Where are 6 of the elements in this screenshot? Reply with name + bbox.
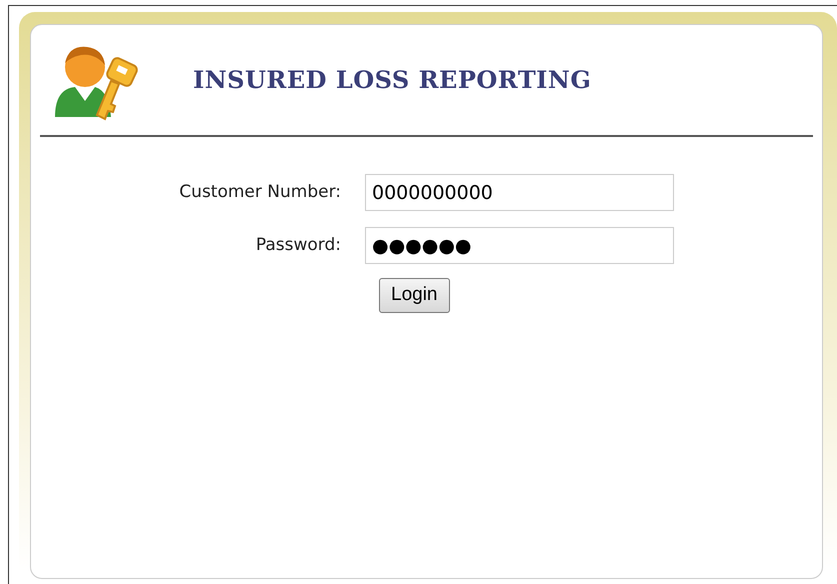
input-field[interactable]: ●●●●●● xyxy=(365,227,674,264)
page-title: INSURED LOSS REPORTING xyxy=(193,64,592,96)
input-field[interactable]: 0000000000 xyxy=(365,174,674,211)
field-label: Password: xyxy=(254,234,342,257)
login-button[interactable]: Login xyxy=(379,278,450,312)
field-label: Customer Number: xyxy=(178,180,342,204)
